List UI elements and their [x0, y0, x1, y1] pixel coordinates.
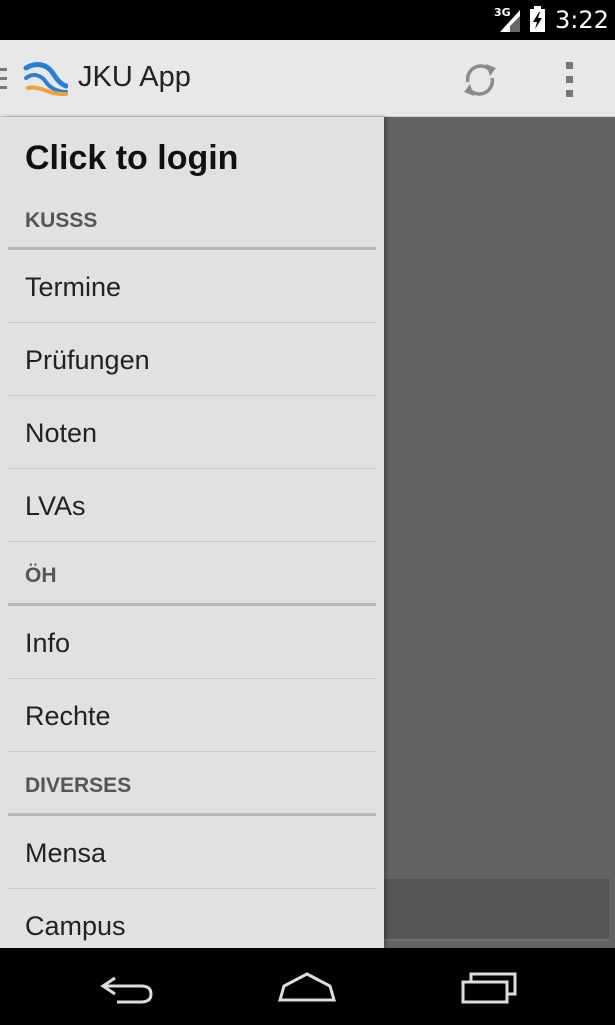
section-divider [8, 603, 376, 606]
section-title-diverses: DIVERSES [25, 774, 132, 797]
menu-item-campus[interactable]: Campus [8, 890, 376, 948]
back-icon[interactable] [93, 966, 163, 1006]
system-nav-bar [0, 948, 615, 1025]
battery-icon [530, 6, 545, 32]
menu-item-termine[interactable]: Termine [8, 251, 376, 323]
section-title-oeh: ÖH [25, 564, 57, 587]
status-time: 3:22 [555, 6, 609, 34]
section-divider [8, 813, 376, 816]
menu-item-label: Mensa [25, 838, 107, 868]
phone-screen: 3G 3:22 JKU App Click to login KUSSS Ter… [0, 0, 615, 1025]
menu-item-label: Noten [25, 418, 98, 448]
menu-item-noten[interactable]: Noten [8, 397, 376, 469]
menu-item-rechte[interactable]: Rechte [8, 680, 376, 752]
action-bar: JKU App [0, 40, 615, 117]
home-icon[interactable] [272, 966, 342, 1006]
app-title: JKU App [78, 61, 191, 93]
signal-icon [500, 10, 520, 32]
overflow-menu-icon[interactable] [555, 56, 585, 104]
section-divider [8, 247, 376, 250]
menu-item-mensa[interactable]: Mensa [8, 817, 376, 889]
menu-item-pruefungen[interactable]: Prüfungen [8, 324, 376, 396]
login-header[interactable]: Click to login [25, 139, 238, 178]
jku-logo-icon[interactable] [22, 58, 68, 98]
recent-apps-icon[interactable] [453, 966, 523, 1006]
menu-item-label: Prüfungen [25, 345, 150, 375]
content-card [384, 879, 609, 941]
menu-item-lvas[interactable]: LVAs [8, 470, 376, 542]
menu-item-label: Termine [25, 272, 122, 302]
menu-item-label: Info [25, 628, 71, 658]
menu-item-label: Campus [25, 911, 126, 941]
section-title-kusss: KUSSS [25, 209, 98, 232]
navigation-drawer: Click to login KUSSS Termine Prüfungen N… [0, 117, 384, 948]
status-bar: 3G 3:22 [0, 0, 615, 40]
menu-item-label: LVAs [25, 491, 86, 521]
drawer-indicator-icon[interactable] [0, 68, 8, 90]
refresh-icon[interactable] [456, 56, 504, 104]
menu-item-label: Rechte [25, 701, 111, 731]
menu-item-info[interactable]: Info [8, 607, 376, 679]
dimmed-content-scrim[interactable] [384, 117, 615, 948]
